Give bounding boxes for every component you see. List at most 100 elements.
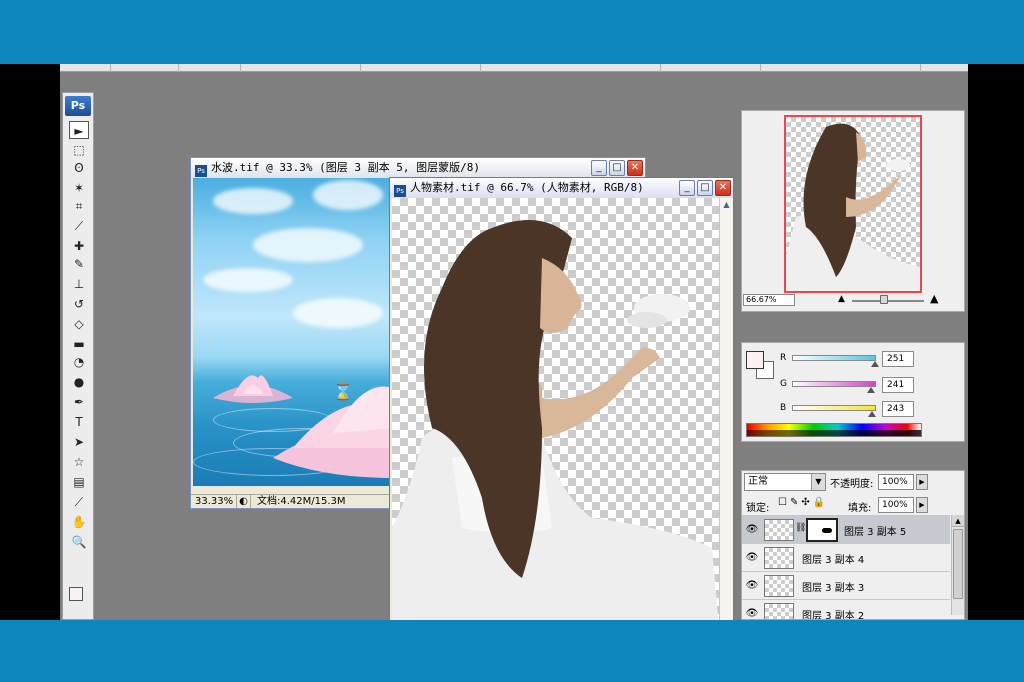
channel-value-r[interactable]: 251 <box>882 351 914 367</box>
opacity-field[interactable]: 100% <box>878 474 914 490</box>
scroll-up-arrow-icon[interactable]: ▲ <box>952 515 964 527</box>
gradient-tool-icon[interactable]: ▬ <box>69 335 89 353</box>
scroll-thumb[interactable] <box>953 529 963 599</box>
layers-scrollbar[interactable]: ▲ <box>951 515 964 615</box>
color-foreground-swatch[interactable] <box>746 351 764 369</box>
layer-thumbnail[interactable] <box>764 519 794 541</box>
crop-tool-icon[interactable]: ⌗ <box>69 197 89 215</box>
history-brush-tool-icon[interactable]: ↺ <box>69 295 89 313</box>
status-zoom[interactable]: 33.33% <box>191 495 237 508</box>
hand-tool-icon[interactable]: ✋ <box>69 513 89 531</box>
blend-mode-value: 正常 <box>748 476 768 487</box>
zoom-out-icon[interactable]: ▲ <box>838 294 845 304</box>
close-button[interactable]: ✕ <box>627 160 643 176</box>
fill-arrow-icon[interactable]: ▶ <box>916 497 928 513</box>
path-selection-tool-icon[interactable]: ➤ <box>69 433 89 451</box>
status-icon[interactable]: ◐ <box>237 495 251 508</box>
letterbox-right <box>968 64 1024 620</box>
layer-row[interactable]: 👁 图层 3 副本 3 <box>742 571 950 599</box>
navigator-zoom-field[interactable]: 66.67% <box>743 294 795 306</box>
dodge-tool-icon[interactable]: ● <box>69 373 89 391</box>
opacity-arrow-icon[interactable]: ▶ <box>916 474 928 490</box>
eyedropper-tool-icon[interactable]: ⟋ <box>69 493 89 511</box>
channel-slider-b[interactable] <box>792 405 876 411</box>
channel-slider-g[interactable] <box>792 381 876 387</box>
layer-thumbnail[interactable] <box>764 603 794 619</box>
layers-panel: 正常 ▼ 不透明度: 100% ▶ 锁定: ☐✎✣🔒 填充: 100% ▶ 👁 ⛓… <box>741 470 965 620</box>
visibility-eye-icon[interactable]: 👁 <box>745 607 759 619</box>
video-frame-bottom-band <box>0 620 1024 682</box>
titlebar-water[interactable]: Ps 水波.tif @ 33.3% (图层 3 副本 5, 图层蒙版/8) <box>191 158 645 178</box>
document-window-person: Ps 人物素材.tif @ 66.7% (人物素材, RGB/8) _ □ ✕ <box>389 177 734 620</box>
lasso-tool-icon[interactable]: ʘ <box>69 159 89 177</box>
channel-label-b: B <box>780 403 787 413</box>
channel-slider-knob[interactable] <box>870 361 879 367</box>
status-doc-size[interactable]: 文档:4.42M/15.3M <box>251 495 346 508</box>
lock-icons[interactable]: ☐✎✣🔒 <box>778 497 828 508</box>
lock-label: 锁定: <box>746 503 770 514</box>
channel-value-g[interactable]: 241 <box>882 377 914 393</box>
mask-link-icon[interactable]: ⛓ <box>795 523 806 533</box>
slice-tool-icon[interactable]: ⟋ <box>69 217 89 235</box>
blend-mode-select[interactable]: 正常 ▼ <box>744 473 826 491</box>
person-canvas[interactable] <box>392 198 719 620</box>
eraser-tool-icon[interactable]: ◇ <box>69 315 89 333</box>
channel-label-r: R <box>780 353 787 363</box>
marquee-tool-icon[interactable]: ⬚ <box>69 141 89 159</box>
blur-tool-icon[interactable]: ◔ <box>69 353 89 371</box>
maximize-button[interactable]: □ <box>609 160 625 176</box>
clone-stamp-tool-icon[interactable]: ⊥ <box>69 275 89 293</box>
vertical-scrollbar[interactable]: ▲ <box>719 198 733 620</box>
move-tool-icon[interactable]: ► <box>69 121 89 139</box>
minimize-button[interactable]: _ <box>591 160 607 176</box>
color-panel: R 251 G 241 B 243 <box>741 342 965 442</box>
letterbox-left <box>0 64 60 620</box>
scroll-up-arrow-icon[interactable]: ▲ <box>720 198 733 212</box>
layer-row[interactable]: 👁 ⛓ 图层 3 副本 5 <box>742 515 950 543</box>
fill-label: 填充: <box>848 503 872 514</box>
layer-name: 图层 3 副本 5 <box>844 527 907 538</box>
layer-name: 图层 3 副本 3 <box>802 583 865 594</box>
pen-tool-icon[interactable]: ✒ <box>69 393 89 411</box>
layer-thumbnail[interactable] <box>764 547 794 569</box>
visibility-eye-icon[interactable]: 👁 <box>745 523 759 537</box>
shape-tool-icon[interactable]: ☆ <box>69 453 89 471</box>
brush-tool-icon[interactable]: ✎ <box>69 255 89 273</box>
close-button[interactable]: ✕ <box>715 180 731 196</box>
notes-tool-icon[interactable]: ▤ <box>69 473 89 491</box>
navigator-zoom-slider[interactable] <box>852 300 924 302</box>
healing-brush-tool-icon[interactable]: ✚ <box>69 237 89 255</box>
status-bar-water: 33.33% ◐ 文档:4.42M/15.3M <box>191 494 391 508</box>
magic-wand-tool-icon[interactable]: ✶ <box>69 179 89 197</box>
layers-options: 正常 ▼ 不透明度: 100% ▶ 锁定: ☐✎✣🔒 填充: 100% ▶ <box>742 471 964 515</box>
channel-label-g: G <box>780 379 787 389</box>
foreground-color-swatch[interactable] <box>69 587 83 601</box>
fill-field[interactable]: 100% <box>878 497 914 513</box>
layer-mask-thumbnail[interactable] <box>806 518 838 542</box>
opacity-label: 不透明度: <box>830 479 874 490</box>
visibility-eye-icon[interactable]: 👁 <box>745 579 759 593</box>
channel-slider-r[interactable] <box>792 355 876 361</box>
color-spectrum-bar[interactable] <box>746 423 922 437</box>
zoom-tool-icon[interactable]: 🔍 <box>69 533 89 551</box>
layer-row[interactable]: 👁 图层 3 副本 2 <box>742 599 950 619</box>
water-canvas[interactable]: ⌛ <box>193 178 393 486</box>
navigator-thumbnail[interactable] <box>784 115 922 293</box>
layer-row[interactable]: 👁 图层 3 副本 4 <box>742 543 950 571</box>
maximize-button[interactable]: □ <box>697 180 713 196</box>
minimize-button[interactable]: _ <box>679 180 695 196</box>
layer-thumbnail[interactable] <box>764 575 794 597</box>
type-tool-icon[interactable]: T <box>69 413 89 431</box>
window-title: 水波.tif @ 33.3% (图层 3 副本 5, 图层蒙版/8) <box>211 161 480 174</box>
window-controls: _ □ ✕ <box>591 160 643 176</box>
window-title: 人物素材.tif @ 66.7% (人物素材, RGB/8) <box>410 181 644 194</box>
channel-slider-knob[interactable] <box>868 411 877 417</box>
window-controls: _ □ ✕ <box>679 180 731 196</box>
zoom-in-icon[interactable]: ▲ <box>930 292 938 305</box>
navigator-zoom-knob[interactable] <box>880 295 888 304</box>
navigator-bar: 66.67% ▲ ▲ <box>742 292 964 307</box>
hourglass-cursor-icon: ⌛ <box>333 382 353 401</box>
channel-slider-knob[interactable] <box>867 387 876 393</box>
visibility-eye-icon[interactable]: 👁 <box>745 551 759 565</box>
channel-value-b[interactable]: 243 <box>882 401 914 417</box>
